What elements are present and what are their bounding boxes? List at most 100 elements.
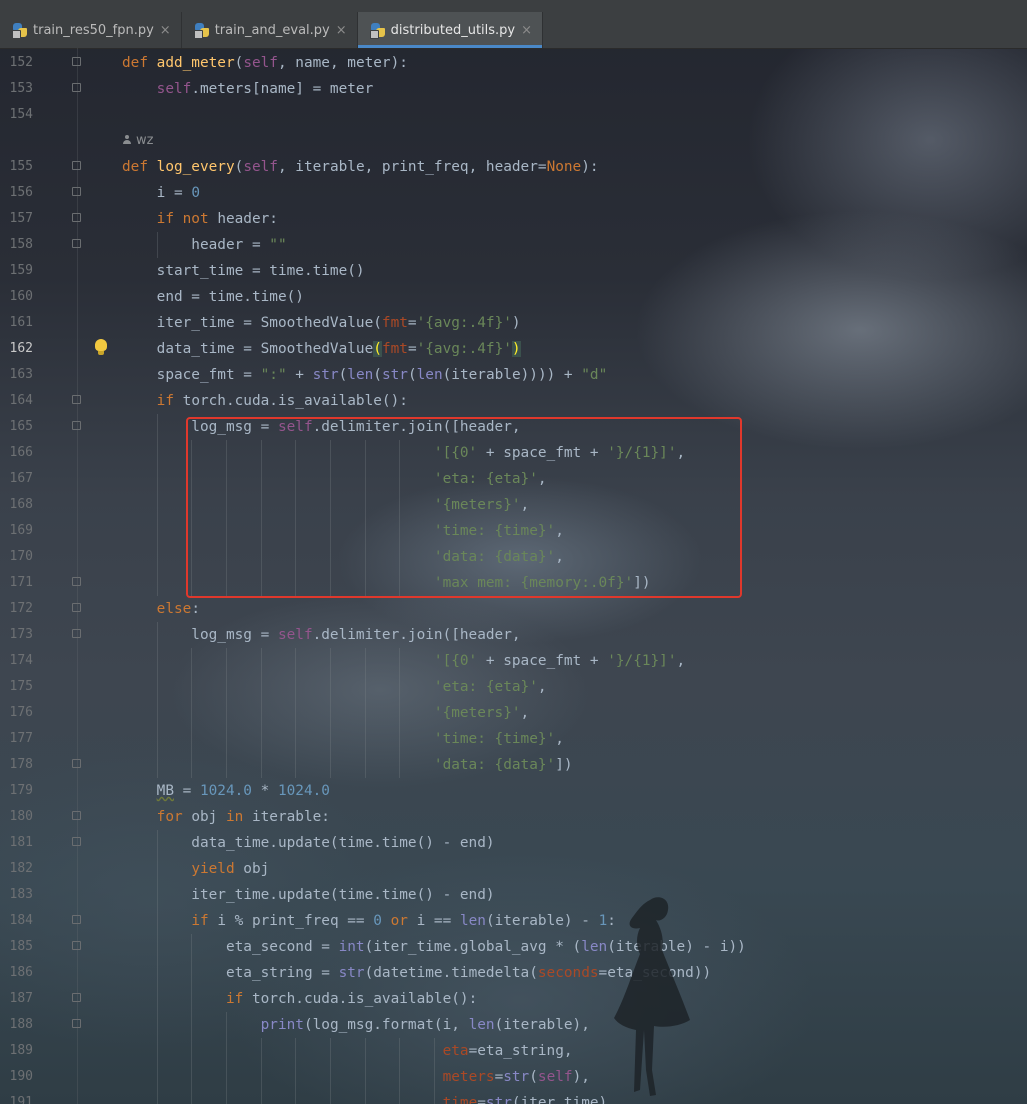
indent-guide xyxy=(364,440,366,466)
line-number: 191 xyxy=(9,1095,33,1104)
code-editor[interactable]: 152 def add_meter(self, name, meter): 153 … xyxy=(0,48,1027,1104)
indent-guide xyxy=(156,518,158,544)
code-line[interactable]: 152 def add_meter(self, name, meter): xyxy=(0,50,1027,76)
code-line[interactable]: 171 'max mem: {memory:.0f}']) xyxy=(0,570,1027,596)
code-line[interactable]: 163 space_fmt = ":" + str(len(str(len(it… xyxy=(0,362,1027,388)
code-line[interactable]: 155 def log_every(self, iterable, print_f… xyxy=(0,154,1027,180)
code-line[interactable]: 190 meters=str(self), xyxy=(0,1064,1027,1090)
code-line[interactable]: 181 data_time.update(time.time() - end) xyxy=(0,830,1027,856)
fold-marker-icon[interactable] xyxy=(72,629,81,638)
code-line[interactable]: 175 'eta: {eta}', xyxy=(0,674,1027,700)
close-icon[interactable]: × xyxy=(521,23,532,38)
fold-marker-icon[interactable] xyxy=(72,187,81,196)
indent-guide xyxy=(191,440,193,466)
fold-marker-icon[interactable] xyxy=(72,915,81,924)
indent-guide xyxy=(364,1090,366,1104)
code-line[interactable]: 182 yield obj xyxy=(0,856,1027,882)
fold-marker-icon[interactable] xyxy=(72,213,81,222)
indent-guide xyxy=(191,570,193,596)
code-text: iter_time.update(time.time() - end) xyxy=(122,887,495,903)
code-line[interactable]: 153 self.meters[name] = meter xyxy=(0,76,1027,102)
indent-guide xyxy=(330,674,332,700)
code-text: 'max mem: {memory:.0f}']) xyxy=(433,575,651,591)
indent-guide xyxy=(399,1064,401,1090)
fold-marker-icon[interactable] xyxy=(72,603,81,612)
code-line[interactable]: 187 if torch.cuda.is_available(): xyxy=(0,986,1027,1012)
code-line[interactable]: 165 log_msg = self.delimiter.join([heade… xyxy=(0,414,1027,440)
indent-guide xyxy=(156,726,158,752)
code-line[interactable]: 183 iter_time.update(time.time() - end) xyxy=(0,882,1027,908)
code-text: data_time.update(time.time() - end) xyxy=(122,835,495,851)
tab-train-and-eval[interactable]: train_and_eval.py × xyxy=(182,12,358,48)
code-line[interactable]: 157 if not header: xyxy=(0,206,1027,232)
code-line[interactable]: 154 xyxy=(0,102,1027,128)
close-icon[interactable]: × xyxy=(160,23,171,38)
code-line[interactable]: 167 'eta: {eta}', xyxy=(0,466,1027,492)
code-line[interactable]: 172 else: xyxy=(0,596,1027,622)
line-number: 175 xyxy=(9,679,33,694)
code-line[interactable]: 189 eta=eta_string, xyxy=(0,1038,1027,1064)
code-text: 'data: {data}']) xyxy=(433,757,573,773)
code-line[interactable]: 159 start_time = time.time() xyxy=(0,258,1027,284)
indent-guide xyxy=(260,700,262,726)
fold-marker-icon[interactable] xyxy=(72,239,81,248)
code-line[interactable]: 170 'data: {data}', xyxy=(0,544,1027,570)
indent-guide xyxy=(226,1038,228,1064)
fold-marker-icon[interactable] xyxy=(72,837,81,846)
indent-guide xyxy=(156,466,158,492)
code-line[interactable]: 168 '{meters}', xyxy=(0,492,1027,518)
code-line[interactable]: 185 eta_second = int(iter_time.global_av… xyxy=(0,934,1027,960)
indent-guide xyxy=(399,1090,401,1104)
fold-marker-icon[interactable] xyxy=(72,421,81,430)
indent-guide xyxy=(156,414,158,440)
fold-marker-icon[interactable] xyxy=(72,395,81,404)
fold-marker-icon[interactable] xyxy=(72,57,81,66)
code-line[interactable]: 179 MB = 1024.0 * 1024.0 xyxy=(0,778,1027,804)
code-line[interactable]: 186 eta_string = str(datetime.timedelta(… xyxy=(0,960,1027,986)
fold-marker-icon[interactable] xyxy=(72,941,81,950)
code-text: space_fmt = ":" + str(len(str(len(iterab… xyxy=(122,367,608,383)
line-number: 183 xyxy=(9,887,33,902)
code-line[interactable]: 176 '{meters}', xyxy=(0,700,1027,726)
author-hint[interactable]: wz xyxy=(122,128,153,154)
indent-guide xyxy=(260,648,262,674)
indent-guide xyxy=(364,518,366,544)
code-line[interactable]: 191 time=str(iter_time), xyxy=(0,1090,1027,1104)
fold-marker-icon[interactable] xyxy=(72,811,81,820)
fold-marker-icon[interactable] xyxy=(72,577,81,586)
code-text: 'eta: {eta}', xyxy=(433,679,547,695)
code-line[interactable]: 160 end = time.time() xyxy=(0,284,1027,310)
code-line[interactable]: 173 log_msg = self.delimiter.join([heade… xyxy=(0,622,1027,648)
code-line[interactable]: 158 header = "" xyxy=(0,232,1027,258)
close-icon[interactable]: × xyxy=(336,23,347,38)
fold-marker-icon[interactable] xyxy=(72,83,81,92)
code-text: '{meters}', xyxy=(433,497,530,513)
fold-marker-icon[interactable] xyxy=(72,1019,81,1028)
code-line[interactable]: 161 iter_time = SmoothedValue(fmt='{avg:… xyxy=(0,310,1027,336)
line-number: 177 xyxy=(9,731,33,746)
code-line[interactable]: 166 '[{0' + space_fmt + '}/{1}]', xyxy=(0,440,1027,466)
code-line[interactable]: 188 print(log_msg.format(i, len(iterable… xyxy=(0,1012,1027,1038)
code-line[interactable]: 178 'data: {data}']) xyxy=(0,752,1027,778)
code-line[interactable]: 180 for obj in iterable: xyxy=(0,804,1027,830)
code-line[interactable]: 164 if torch.cuda.is_available(): xyxy=(0,388,1027,414)
indent-guide xyxy=(295,544,297,570)
fold-marker-icon[interactable] xyxy=(72,759,81,768)
line-number: 170 xyxy=(9,549,33,564)
code-line[interactable]: 184 if i % print_freq == 0 or i == len(i… xyxy=(0,908,1027,934)
fold-marker-icon[interactable] xyxy=(72,161,81,170)
tab-train-res50-fpn[interactable]: train_res50_fpn.py × xyxy=(0,12,182,48)
indent-guide xyxy=(364,752,366,778)
tab-distributed-utils[interactable]: distributed_utils.py × xyxy=(357,12,544,48)
code-line[interactable]: 162 data_time = SmoothedValue(fmt='{avg:… xyxy=(0,336,1027,362)
code-line[interactable]: 177 'time: {time}', xyxy=(0,726,1027,752)
fold-marker-icon[interactable] xyxy=(72,993,81,1002)
code-line[interactable]: 174 '[{0' + space_fmt + '}/{1}]', xyxy=(0,648,1027,674)
code-line[interactable]: 156 i = 0 xyxy=(0,180,1027,206)
lightbulb-icon[interactable] xyxy=(94,339,108,357)
indent-guide xyxy=(330,1038,332,1064)
indent-guide xyxy=(226,570,228,596)
indent-guide xyxy=(364,674,366,700)
code-line[interactable]: 169 'time: {time}', xyxy=(0,518,1027,544)
line-number: 167 xyxy=(9,471,33,486)
